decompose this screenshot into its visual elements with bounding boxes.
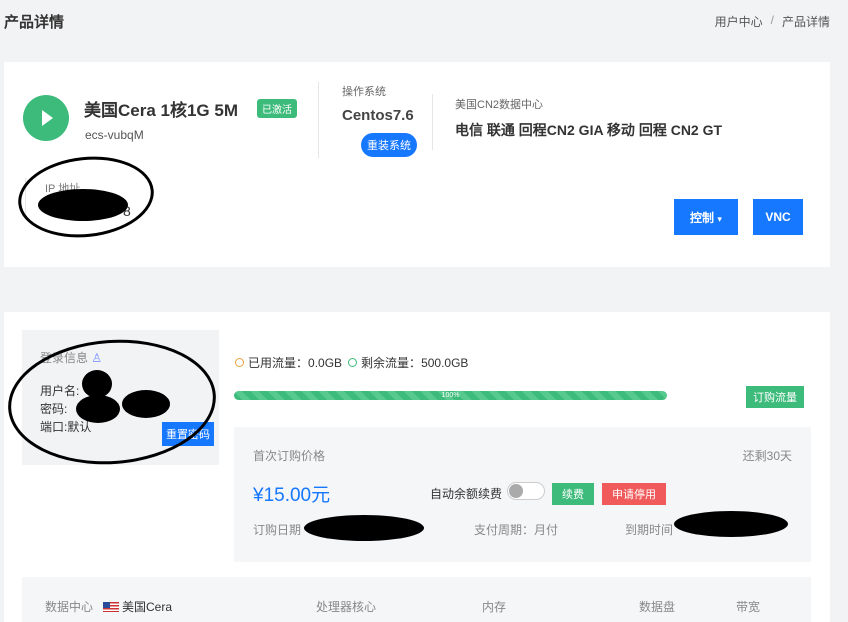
spec-disk-label: 数据盘 [639,600,676,614]
request-stop-button[interactable]: 申请停用 [602,483,666,505]
remain-value: 500.0GB [421,355,469,370]
spec-row: 数据中心 美国Cera 处理器核心 内存 数据盘 带宽 [22,577,811,622]
control-label: 控制 [690,210,715,225]
play-icon [23,95,69,141]
auto-renew-label: 自动余额续费 [430,487,503,501]
first-price-label: 首次订购价格 [253,449,326,463]
renew-button[interactable]: 续费 [552,483,594,505]
buy-traffic-button[interactable]: 订购流量 [746,386,804,408]
used-dot-icon [235,358,244,367]
breadcrumb: 用户中心 / 产品详情 [715,13,830,30]
hostname: ecs-vubqM [85,128,144,142]
spec-memory-label: 内存 [482,600,507,614]
price-value: ¥15.00元 [253,485,331,506]
os-value: Centos7.6 [342,107,414,124]
product-name: 美国Cera 1核1G 5M [84,101,238,120]
auto-renew-toggle[interactable] [507,482,545,500]
datacenter-lines: 电信 联通 回程CN2 GIA 移动 回程 CN2 GT [455,122,723,138]
product-card: 美国Cera 1核1G 5M 已激活 ecs-vubqM 操作系统 Centos… [4,62,830,267]
breadcrumb-home[interactable]: 用户中心 [715,13,763,30]
expiry-label: 到期时间 [625,523,674,537]
traffic-summary: 已用流量： 0.0GB 剩余流量： 500.0GB [235,354,468,371]
traffic-progress-bar: 100% [234,391,667,400]
billing-panel: 首次订购价格 还剩30天 ¥15.00元 自动余额续费 续费 申请停用 订购日期… [234,427,811,562]
spec-cpu-label: 处理器核心 [316,600,377,614]
page-title: 产品详情 [4,14,65,31]
details-card: 登录信息 ♙ 用户名: 密码: 端口:默认 重置密码 已用流量： 0.0GB 剩… [3,312,830,622]
remaining-days: 还剩30天 [742,449,792,463]
breadcrumb-separator: / [770,13,774,27]
spec-bandwidth-label: 带宽 [736,600,761,614]
vnc-button[interactable]: VNC [753,199,803,235]
divider [318,82,319,158]
spec-datacenter: 数据中心 美国Cera [45,600,173,614]
us-flag-icon [103,602,120,612]
control-button[interactable]: 控制 ▾ [674,199,738,235]
remain-label: 剩余流量： [361,356,422,370]
used-value: 0.0GB [308,355,343,370]
os-label: 操作系统 [342,86,386,98]
remain-dot-icon [348,358,358,367]
divider [432,94,433,150]
toggle-knob [509,484,523,498]
datacenter-label: 美国CN2数据中心 [455,99,544,111]
redaction-mark [674,511,788,537]
redaction-scribble [14,150,158,244]
redaction-mark [304,515,424,541]
reinstall-button[interactable]: 重装系统 [361,133,417,157]
used-label: 已用流量： [248,356,309,370]
status-badge: 已激活 [257,99,297,118]
order-date-label: 订购日期 [253,523,302,537]
chevron-down-icon: ▾ [717,213,722,224]
payment-cycle: 支付周期：月付 [474,523,559,537]
breadcrumb-current: 产品详情 [781,15,830,29]
